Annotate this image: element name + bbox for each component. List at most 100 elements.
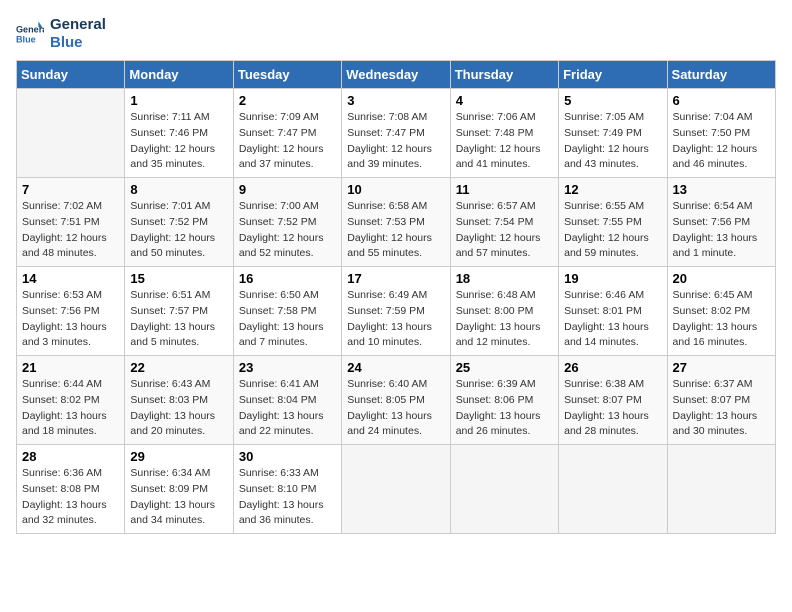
day-number: 17 [347, 271, 444, 286]
logo-text: General Blue [50, 16, 106, 52]
day-cell: 1 Sunrise: 7:11 AM Sunset: 7:46 PM Daylig… [125, 89, 233, 178]
day-number: 25 [456, 360, 553, 375]
day-cell: 11Sunrise: 6:57 AM Sunset: 7:54 PM Dayli… [450, 178, 558, 267]
day-info: Sunrise: 7:00 AM Sunset: 7:52 PM Dayligh… [239, 199, 336, 262]
day-info: Sunrise: 6:58 AM Sunset: 7:53 PM Dayligh… [347, 199, 444, 262]
day-cell: 15 Sunrise: 6:51 AM Sunset: 7:57 PM Dayli… [125, 267, 233, 356]
page-header: General Blue General Blue [16, 16, 776, 52]
day-number: 10 [347, 182, 444, 197]
day-number: 9 [239, 182, 336, 197]
day-info: Sunrise: 6:44 AM Sunset: 8:02 PM Dayligh… [22, 377, 119, 440]
day-number: 16 [239, 271, 336, 286]
day-cell: 13Sunrise: 6:54 AM Sunset: 7:56 PM Dayli… [667, 178, 775, 267]
day-info: Sunrise: 7:04 AM Sunset: 7:50 PM Dayligh… [673, 110, 770, 173]
day-number: 7 [22, 182, 119, 197]
day-number: 24 [347, 360, 444, 375]
day-cell [17, 89, 125, 178]
week-row-4: 21 Sunrise: 6:44 AM Sunset: 8:02 PM Dayli… [17, 356, 776, 445]
day-number: 22 [130, 360, 227, 375]
day-info: Sunrise: 6:34 AM Sunset: 8:09 PM Dayligh… [130, 466, 227, 529]
logo-icon: General Blue [16, 20, 44, 48]
day-info: Sunrise: 6:43 AM Sunset: 8:03 PM Dayligh… [130, 377, 227, 440]
day-number: 12 [564, 182, 661, 197]
day-info: Sunrise: 6:48 AM Sunset: 8:00 PM Dayligh… [456, 288, 553, 351]
day-info: Sunrise: 6:53 AM Sunset: 7:56 PM Dayligh… [22, 288, 119, 351]
column-header-friday: Friday [559, 61, 667, 89]
day-info: Sunrise: 6:39 AM Sunset: 8:06 PM Dayligh… [456, 377, 553, 440]
day-cell [342, 445, 450, 534]
day-number: 2 [239, 93, 336, 108]
day-cell: 22 Sunrise: 6:43 AM Sunset: 8:03 PM Dayli… [125, 356, 233, 445]
column-header-saturday: Saturday [667, 61, 775, 89]
day-cell: 29 Sunrise: 6:34 AM Sunset: 8:09 PM Dayli… [125, 445, 233, 534]
day-info: Sunrise: 6:38 AM Sunset: 8:07 PM Dayligh… [564, 377, 661, 440]
day-cell: 4Sunrise: 7:06 AM Sunset: 7:48 PM Daylig… [450, 89, 558, 178]
day-cell: 10 Sunrise: 6:58 AM Sunset: 7:53 PM Dayli… [342, 178, 450, 267]
day-cell: 28 Sunrise: 6:36 AM Sunset: 8:08 PM Dayli… [17, 445, 125, 534]
day-cell: 2 Sunrise: 7:09 AM Sunset: 7:47 PM Daylig… [233, 89, 341, 178]
day-number: 20 [673, 271, 770, 286]
column-header-wednesday: Wednesday [342, 61, 450, 89]
day-cell: 5Sunrise: 7:05 AM Sunset: 7:49 PM Daylig… [559, 89, 667, 178]
day-info: Sunrise: 6:37 AM Sunset: 8:07 PM Dayligh… [673, 377, 770, 440]
day-info: Sunrise: 6:33 AM Sunset: 8:10 PM Dayligh… [239, 466, 336, 529]
day-cell: 6 Sunrise: 7:04 AM Sunset: 7:50 PM Daylig… [667, 89, 775, 178]
day-cell: 26Sunrise: 6:38 AM Sunset: 8:07 PM Dayli… [559, 356, 667, 445]
day-number: 23 [239, 360, 336, 375]
column-header-sunday: Sunday [17, 61, 125, 89]
day-info: Sunrise: 6:40 AM Sunset: 8:05 PM Dayligh… [347, 377, 444, 440]
week-row-1: 1 Sunrise: 7:11 AM Sunset: 7:46 PM Daylig… [17, 89, 776, 178]
day-cell: 30 Sunrise: 6:33 AM Sunset: 8:10 PM Dayli… [233, 445, 341, 534]
day-cell: 20 Sunrise: 6:45 AM Sunset: 8:02 PM Dayli… [667, 267, 775, 356]
day-cell: 14 Sunrise: 6:53 AM Sunset: 7:56 PM Dayli… [17, 267, 125, 356]
day-cell: 8Sunrise: 7:01 AM Sunset: 7:52 PM Daylig… [125, 178, 233, 267]
day-number: 3 [347, 93, 444, 108]
day-cell: 12 Sunrise: 6:55 AM Sunset: 7:55 PM Dayli… [559, 178, 667, 267]
header-row: SundayMondayTuesdayWednesdayThursdayFrid… [17, 61, 776, 89]
day-number: 6 [673, 93, 770, 108]
day-cell: 19Sunrise: 6:46 AM Sunset: 8:01 PM Dayli… [559, 267, 667, 356]
day-number: 21 [22, 360, 119, 375]
day-info: Sunrise: 6:55 AM Sunset: 7:55 PM Dayligh… [564, 199, 661, 262]
column-header-thursday: Thursday [450, 61, 558, 89]
day-info: Sunrise: 7:05 AM Sunset: 7:49 PM Dayligh… [564, 110, 661, 173]
day-number: 29 [130, 449, 227, 464]
day-cell: 7 Sunrise: 7:02 AM Sunset: 7:51 PM Daylig… [17, 178, 125, 267]
logo: General Blue General Blue [16, 16, 106, 52]
day-cell [559, 445, 667, 534]
day-info: Sunrise: 7:09 AM Sunset: 7:47 PM Dayligh… [239, 110, 336, 173]
day-cell [450, 445, 558, 534]
week-row-5: 28 Sunrise: 6:36 AM Sunset: 8:08 PM Dayli… [17, 445, 776, 534]
day-number: 18 [456, 271, 553, 286]
column-header-monday: Monday [125, 61, 233, 89]
day-number: 1 [130, 93, 227, 108]
day-info: Sunrise: 6:45 AM Sunset: 8:02 PM Dayligh… [673, 288, 770, 351]
day-cell: 18 Sunrise: 6:48 AM Sunset: 8:00 PM Dayli… [450, 267, 558, 356]
day-number: 8 [130, 182, 227, 197]
day-cell [667, 445, 775, 534]
column-header-tuesday: Tuesday [233, 61, 341, 89]
day-info: Sunrise: 6:36 AM Sunset: 8:08 PM Dayligh… [22, 466, 119, 529]
day-info: Sunrise: 6:41 AM Sunset: 8:04 PM Dayligh… [239, 377, 336, 440]
day-cell: 24 Sunrise: 6:40 AM Sunset: 8:05 PM Dayli… [342, 356, 450, 445]
day-cell: 23 Sunrise: 6:41 AM Sunset: 8:04 PM Dayli… [233, 356, 341, 445]
day-number: 11 [456, 182, 553, 197]
day-number: 30 [239, 449, 336, 464]
day-info: Sunrise: 6:50 AM Sunset: 7:58 PM Dayligh… [239, 288, 336, 351]
day-cell: 25 Sunrise: 6:39 AM Sunset: 8:06 PM Dayli… [450, 356, 558, 445]
day-cell: 21 Sunrise: 6:44 AM Sunset: 8:02 PM Dayli… [17, 356, 125, 445]
day-info: Sunrise: 6:51 AM Sunset: 7:57 PM Dayligh… [130, 288, 227, 351]
day-number: 28 [22, 449, 119, 464]
svg-text:Blue: Blue [16, 34, 36, 44]
week-row-2: 7 Sunrise: 7:02 AM Sunset: 7:51 PM Daylig… [17, 178, 776, 267]
day-number: 19 [564, 271, 661, 286]
day-number: 4 [456, 93, 553, 108]
calendar-table: SundayMondayTuesdayWednesdayThursdayFrid… [16, 60, 776, 534]
day-info: Sunrise: 6:54 AM Sunset: 7:56 PM Dayligh… [673, 199, 770, 262]
day-info: Sunrise: 7:11 AM Sunset: 7:46 PM Dayligh… [130, 110, 227, 173]
day-info: Sunrise: 7:02 AM Sunset: 7:51 PM Dayligh… [22, 199, 119, 262]
day-number: 14 [22, 271, 119, 286]
day-cell: 16 Sunrise: 6:50 AM Sunset: 7:58 PM Dayli… [233, 267, 341, 356]
day-number: 15 [130, 271, 227, 286]
day-cell: 3Sunrise: 7:08 AM Sunset: 7:47 PM Daylig… [342, 89, 450, 178]
